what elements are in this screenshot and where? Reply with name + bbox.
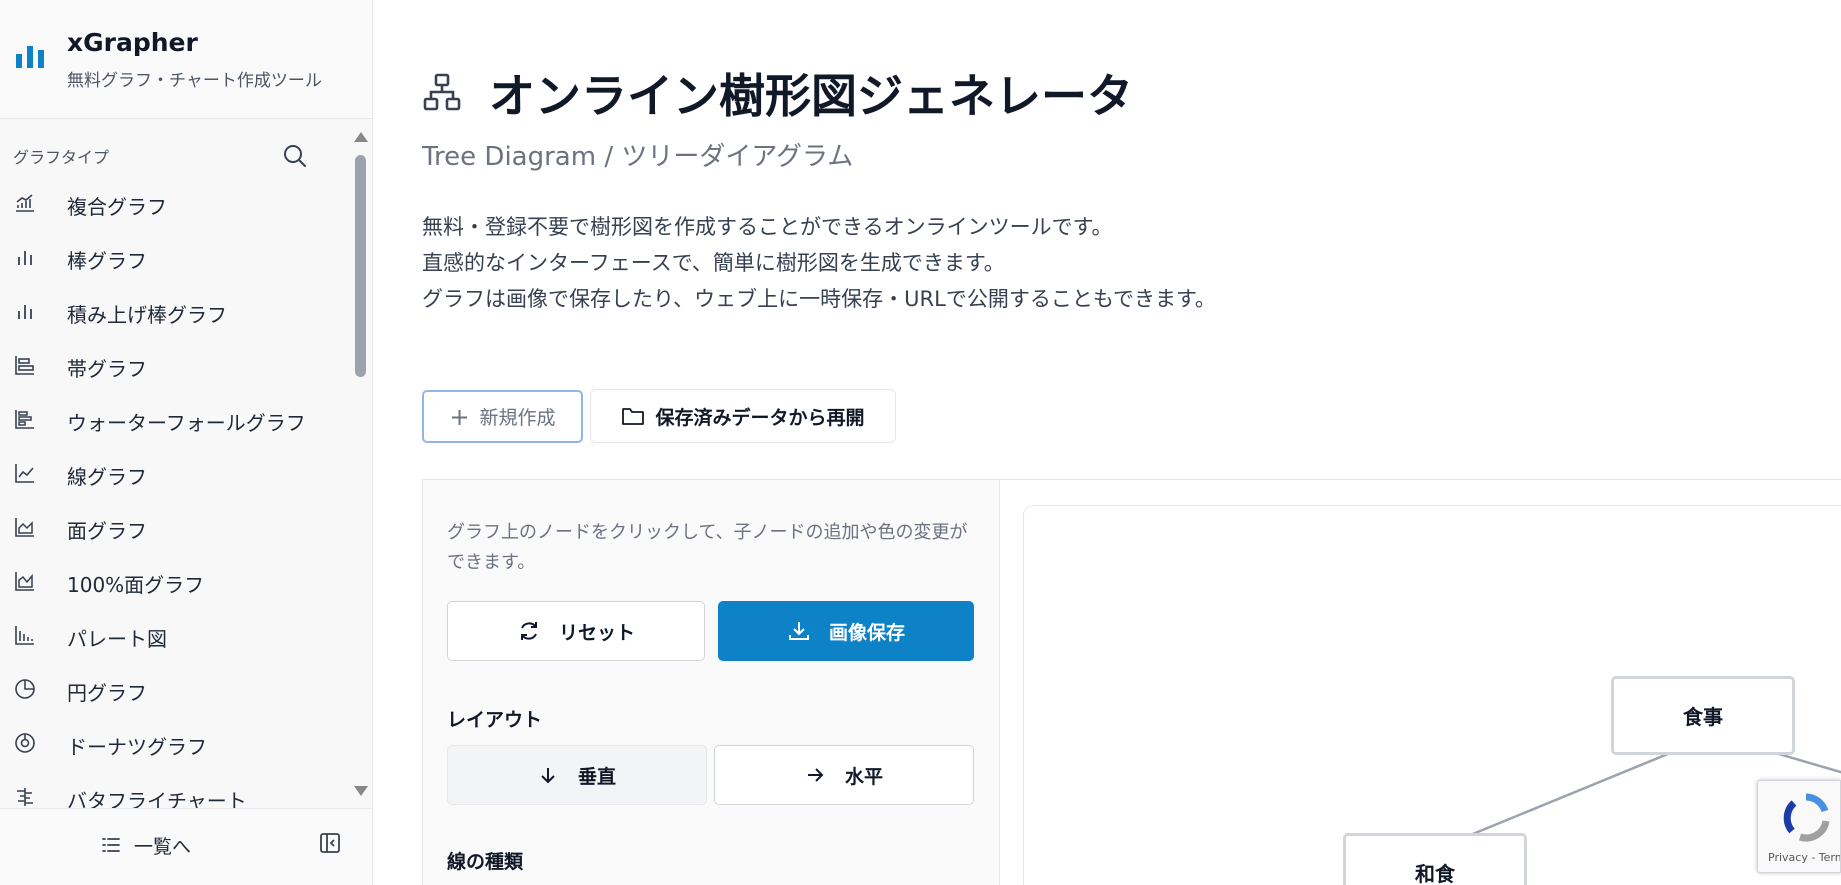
sidebar-item-label: 円グラフ (67, 681, 147, 705)
main-content: オンライン樹形図ジェネレータ Tree Diagram / ツリーダイアグラム … (374, 0, 1841, 885)
sidebar-item-label: 面グラフ (67, 519, 147, 543)
arrow-right-icon (807, 768, 824, 782)
pie-chart-icon (15, 679, 35, 699)
sidebar-item-label: 100%面グラフ (67, 573, 205, 597)
sidebar-item-line[interactable]: 線グラフ (0, 446, 350, 500)
folder-icon (622, 408, 645, 425)
sidebar-footer: 一覧へ (0, 808, 372, 885)
sidebar-item-donut[interactable]: ドーナツグラフ (0, 716, 350, 770)
save-image-label: 画像保存 (828, 621, 905, 644)
sidebar-item-pareto[interactable]: パレート図 (0, 608, 350, 662)
tree-canvas[interactable]: 食事 和食 (1023, 505, 1841, 885)
layout-horizontal-button[interactable]: 水平 (714, 745, 974, 805)
bar-chart-icon (18, 251, 32, 265)
arrow-down-icon (541, 768, 555, 784)
sidebar-item-label: ドーナツグラフ (67, 735, 207, 759)
nav-heading: グラフタイプ (13, 148, 110, 167)
sidebar-item-label: 棒グラフ (67, 249, 147, 273)
control-panel: グラフ上のノードをクリックして、子ノードの追加や色の変更ができます。 リセット … (423, 480, 1000, 885)
list-icon (102, 838, 120, 852)
reset-label: リセット (558, 621, 635, 644)
save-image-button[interactable]: 画像保存 (718, 601, 974, 661)
page-description: 無料・登録不要で樹形図を作成することができるオンラインツールです。 直感的なイン… (422, 209, 1216, 317)
sidebar-item-pie[interactable]: 円グラフ (0, 662, 350, 716)
line-type-section-title: 線の種類 (447, 851, 524, 873)
sidebar-item-label: バタフライチャート (67, 789, 247, 808)
sidebar-item-label: 積み上げ棒グラフ (67, 303, 227, 327)
sidebar-item-area[interactable]: 面グラフ (0, 500, 350, 554)
page-title: オンライン樹形図ジェネレータ (489, 69, 1133, 123)
sidebar-item-butterfly[interactable]: バタフライチャート (0, 770, 350, 808)
list-view-label: 一覧へ (134, 835, 192, 858)
chart-type-list: 複合グラフ 棒グラフ 積み上げ棒グラフ 帯グラフ ウォーターフォールグラフ 線グ… (0, 176, 350, 808)
editor-hint: グラフ上のノードをクリックして、子ノードの追加や色の変更ができます。 (447, 522, 968, 573)
band-chart-icon (15, 356, 34, 375)
line-chart-icon (15, 464, 34, 483)
brand-subtitle: 無料グラフ・チャート作成ツール (67, 71, 322, 91)
sidebar-item-label: ウォーターフォールグラフ (67, 411, 306, 435)
refresh-icon (520, 622, 537, 640)
download-icon (788, 622, 809, 640)
sidebar-item-label: 複合グラフ (67, 195, 167, 219)
layout-vertical-button[interactable]: 垂直 (447, 745, 707, 805)
stacked-bar-icon (18, 305, 32, 319)
resume-saved-data-button[interactable]: 保存済みデータから再開 (590, 389, 896, 443)
brand-header[interactable]: xGrapher 無料グラフ・チャート作成ツール (0, 0, 372, 119)
sidebar-item-stacked-bar[interactable]: 積み上げ棒グラフ (0, 284, 350, 338)
layout-vertical-label: 垂直 (577, 765, 616, 788)
recaptcha-privacy-terms[interactable]: Privacy - Terms (1768, 851, 1840, 864)
bar-chart-logo-icon (16, 46, 44, 68)
waterfall-chart-icon (15, 410, 34, 429)
brand-title: xGrapher (67, 28, 198, 57)
plus-icon: + (449, 402, 470, 431)
collapse-sidebar-icon[interactable] (318, 831, 342, 855)
area-chart-icon (15, 518, 34, 537)
search-icon[interactable] (282, 143, 308, 169)
tree-node-child[interactable]: 和食 (1343, 833, 1527, 885)
sidebar-item-band[interactable]: 帯グラフ (0, 338, 350, 392)
combo-chart-icon (16, 194, 34, 212)
tree-node-root[interactable]: 食事 (1611, 676, 1795, 755)
description-line: 無料・登録不要で樹形図を作成することができるオンラインツールです。 (422, 215, 1113, 239)
sidebar: xGrapher 無料グラフ・チャート作成ツール グラフタイプ 複合グラフ 棒グ… (0, 0, 373, 885)
description-line: 直感的なインターフェースで、簡単に樹形図を生成できます。 (422, 251, 1005, 275)
tree-diagram-icon (423, 73, 461, 111)
resume-saved-data-label: 保存済みデータから再開 (655, 406, 865, 429)
recaptcha-badge[interactable]: Privacy - Terms (1757, 780, 1841, 873)
layout-horizontal-label: 水平 (844, 765, 883, 788)
sidebar-item-label: 帯グラフ (67, 357, 147, 381)
reset-button[interactable]: リセット (447, 601, 705, 661)
new-create-button[interactable]: + 新規作成 (422, 390, 583, 443)
page-subtitle: Tree Diagram / ツリーダイアグラム (422, 142, 854, 172)
description-line: グラフは画像で保存したり、ウェブ上に一時保存・URLで公開することもできます。 (422, 287, 1216, 311)
percent-area-icon (15, 572, 34, 591)
layout-section-title: レイアウト (447, 709, 543, 731)
sidebar-item-waterfall[interactable]: ウォーターフォールグラフ (0, 392, 350, 446)
new-create-label: 新規作成 (479, 407, 556, 429)
sidebar-item-combo[interactable]: 複合グラフ (0, 176, 350, 230)
editor-panel: グラフ上のノードをクリックして、子ノードの追加や色の変更ができます。 リセット … (422, 479, 1841, 885)
scroll-down-arrow-icon[interactable] (354, 786, 368, 796)
donut-chart-icon (15, 733, 35, 753)
tree-node-label: 食事 (1683, 705, 1723, 729)
sidebar-item-label: 線グラフ (67, 465, 147, 489)
scroll-up-arrow-icon[interactable] (354, 132, 368, 142)
tree-node-label: 和食 (1415, 862, 1455, 885)
list-view-button[interactable]: 一覧へ (100, 827, 191, 863)
sidebar-item-label: パレート図 (67, 627, 167, 651)
scrollbar-thumb[interactable] (355, 155, 366, 377)
sidebar-item-bar[interactable]: 棒グラフ (0, 230, 350, 284)
pareto-chart-icon (15, 626, 34, 645)
recaptcha-logo-icon (1783, 793, 1830, 842)
sidebar-item-percent-area[interactable]: 100%面グラフ (0, 554, 350, 608)
butterfly-chart-icon (17, 788, 33, 806)
